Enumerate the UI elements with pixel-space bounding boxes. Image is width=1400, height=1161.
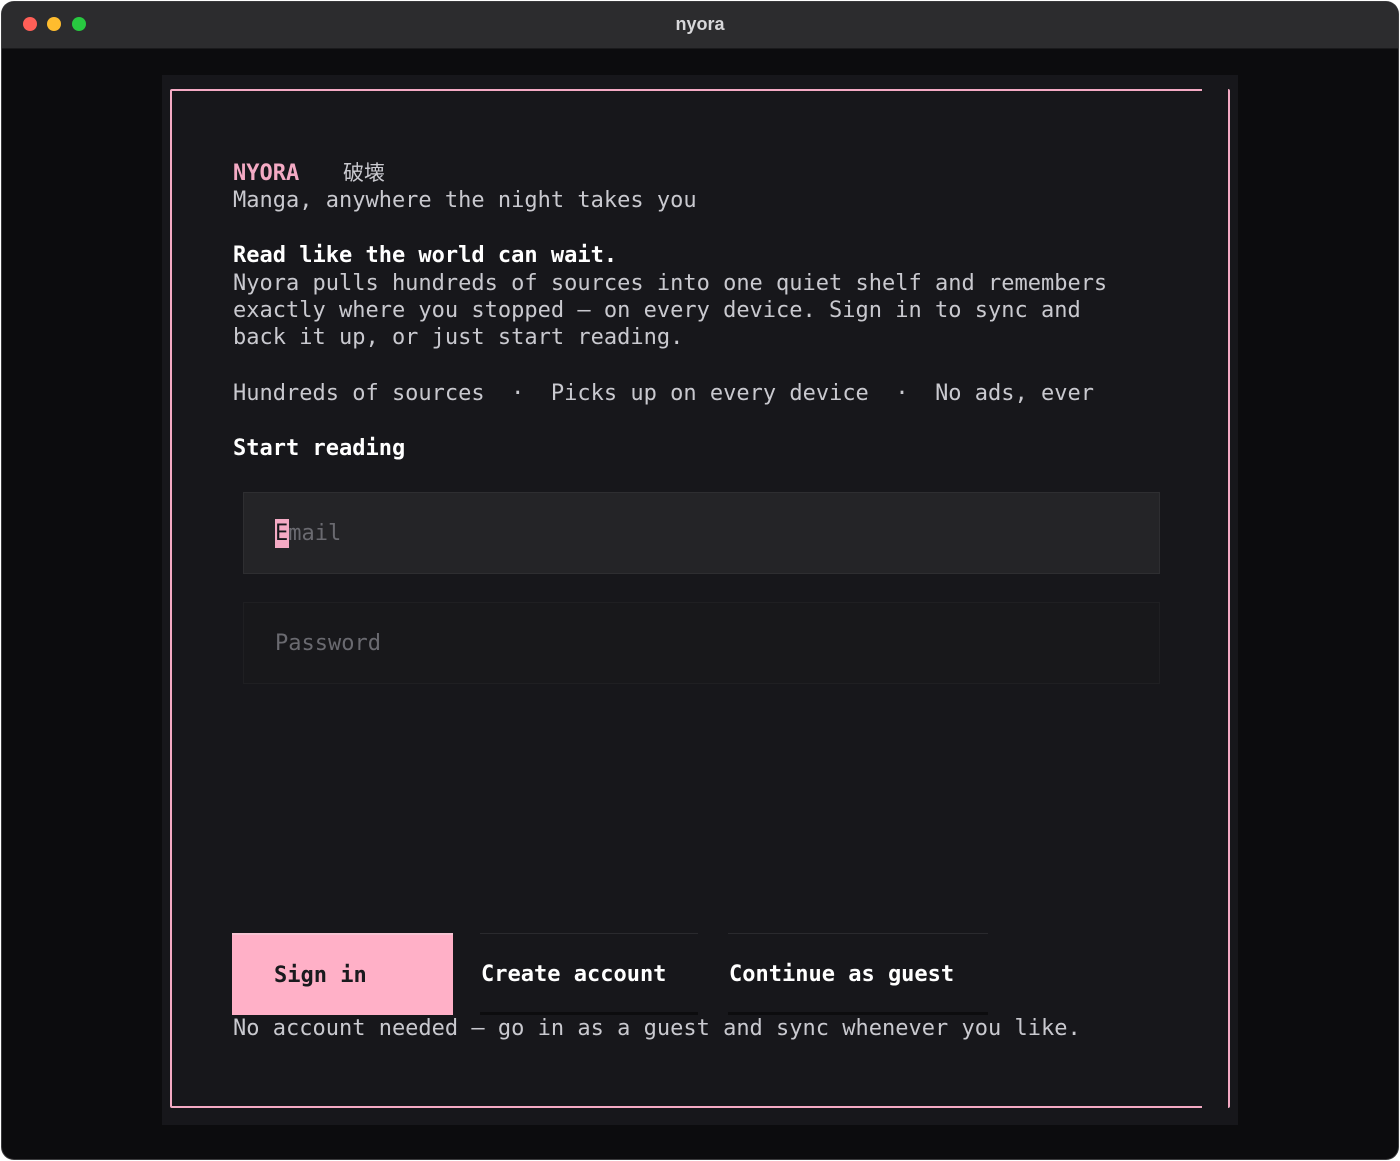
- feature-separator: ·: [511, 381, 525, 406]
- terminal-area: NYORA 破壊 Manga, anywhere the night takes…: [162, 75, 1238, 1125]
- intro-body-line: back it up, or just start reading.: [233, 325, 684, 350]
- intro-headline: Read like the world can wait.: [233, 243, 618, 268]
- email-placeholder: Email: [275, 521, 342, 546]
- intro-body-line: Nyora pulls hundreds of sources into one…: [233, 271, 1108, 296]
- continue-as-guest-label: Continue as guest: [729, 962, 955, 987]
- create-account-button[interactable]: Create account: [480, 933, 698, 1015]
- sign-in-button[interactable]: Sign in: [232, 933, 453, 1015]
- feature-list: Hundreds of sources · Picks up on every …: [233, 380, 1094, 407]
- feature-item: Hundreds of sources: [233, 381, 485, 406]
- brand-tagline: Manga, anywhere the night takes you: [233, 188, 697, 213]
- frame-corner-gap-top: [1202, 87, 1228, 93]
- intro-body-line: exactly where you stopped — on every dev…: [233, 298, 1081, 323]
- email-field[interactable]: Email: [243, 492, 1160, 574]
- sign-in-label: Sign in: [274, 963, 367, 988]
- feature-item: Picks up on every device: [550, 381, 869, 406]
- brand-kanji: 破壊: [343, 161, 385, 185]
- guest-hint: No account needed — go in as a guest and…: [233, 1016, 1081, 1041]
- title-bar: nyora: [2, 2, 1398, 49]
- create-account-label: Create account: [481, 962, 667, 987]
- password-field[interactable]: Password: [243, 602, 1160, 684]
- continue-as-guest-button[interactable]: Continue as guest: [728, 933, 988, 1015]
- feature-item: No ads, ever: [935, 381, 1095, 406]
- app-window: nyora NYORA 破壊 Manga, anywhere the night…: [2, 2, 1398, 1159]
- password-placeholder: Password: [275, 631, 381, 656]
- intro-body: Nyora pulls hundreds of sources into one…: [233, 270, 1107, 351]
- brand-name: NYORA: [233, 161, 300, 186]
- feature-separator: ·: [895, 381, 909, 406]
- form-heading: Start reading: [233, 436, 406, 461]
- window-title: nyora: [675, 14, 725, 34]
- frame-corner-gap-bottom: [1202, 1104, 1228, 1110]
